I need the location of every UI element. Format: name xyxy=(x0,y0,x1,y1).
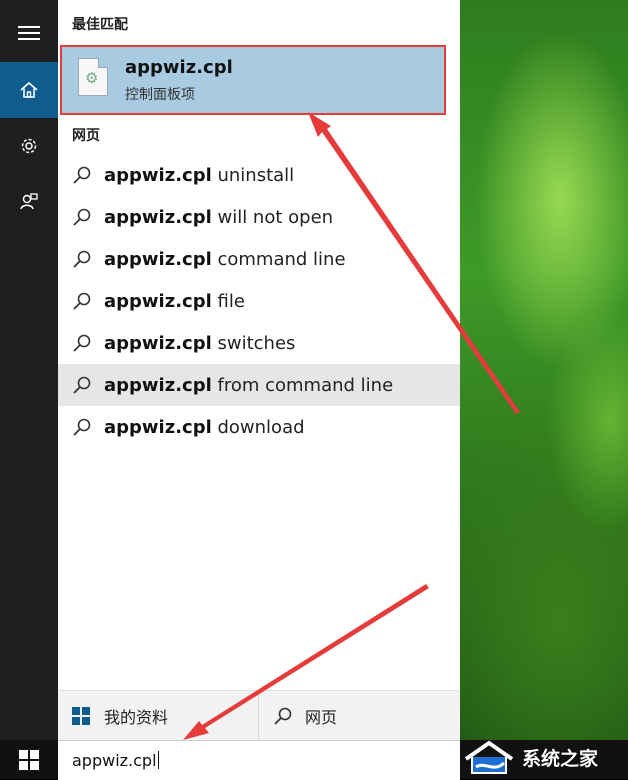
windows-logo-icon xyxy=(72,707,90,725)
suggestion-completion: file xyxy=(211,290,245,312)
hamburger-icon xyxy=(18,26,40,40)
search-icon xyxy=(73,208,91,226)
suggestion-completion: download xyxy=(211,416,305,438)
search-icon xyxy=(73,292,91,310)
web-suggestion-item[interactable]: appwiz.cpl will not open xyxy=(58,196,460,238)
feedback-button[interactable] xyxy=(0,174,58,230)
suggestion-query: appwiz.cpl xyxy=(104,248,212,270)
suggestion-query: appwiz.cpl xyxy=(104,206,212,228)
web-suggestion-text: appwiz.cpl file xyxy=(104,291,245,312)
web-suggestion-text: appwiz.cpl download xyxy=(104,417,305,438)
web-filter-label: 网页 xyxy=(305,708,338,727)
suggestion-completion: switches xyxy=(211,332,296,354)
web-suggestion-item[interactable]: appwiz.cpl file xyxy=(58,280,460,322)
start-left-rail xyxy=(0,0,58,740)
suggestion-query: appwiz.cpl xyxy=(104,332,212,354)
control-panel-file-icon: ⚙ xyxy=(78,58,108,96)
suggestion-query: appwiz.cpl xyxy=(104,416,212,438)
web-suggestion-text: appwiz.cpl command line xyxy=(104,249,346,270)
search-filter-bar: 我的资料 网页 xyxy=(58,690,460,741)
feedback-icon xyxy=(20,193,38,210)
search-icon xyxy=(73,418,91,436)
my-stuff-label: 我的资料 xyxy=(104,708,169,727)
web-suggestion-text: appwiz.cpl switches xyxy=(104,333,295,354)
web-suggestion-text: appwiz.cpl uninstall xyxy=(104,165,294,186)
web-section-heading: 网页 xyxy=(72,128,100,144)
web-suggestion-item[interactable]: appwiz.cpl download xyxy=(58,406,460,448)
web-suggestion-item[interactable]: appwiz.cpl command line xyxy=(58,238,460,280)
web-suggestion-item[interactable]: appwiz.cpl switches xyxy=(58,322,460,364)
suggestion-completion: command line xyxy=(211,248,346,270)
suggestion-query: appwiz.cpl xyxy=(104,164,212,186)
windows-start-icon xyxy=(19,749,39,770)
settings-button[interactable] xyxy=(0,118,58,174)
best-match-heading: 最佳匹配 xyxy=(72,17,128,33)
start-button[interactable] xyxy=(0,740,58,779)
watermark-text: 系统之家 xyxy=(522,747,599,770)
web-filter-button[interactable]: 网页 xyxy=(259,691,460,741)
suggestion-completion: uninstall xyxy=(211,164,295,186)
house-logo-icon xyxy=(464,740,514,774)
web-suggestion-text: appwiz.cpl will not open xyxy=(104,207,333,228)
hamburger-menu-button[interactable] xyxy=(0,5,58,61)
home-icon xyxy=(20,81,38,98)
my-stuff-button[interactable]: 我的资料 xyxy=(58,691,258,741)
suggestion-query: appwiz.cpl xyxy=(104,374,212,396)
search-box[interactable]: appwiz.cpl xyxy=(58,740,460,780)
search-icon xyxy=(73,250,91,268)
web-suggestion-item[interactable]: appwiz.cpl uninstall xyxy=(58,154,460,196)
search-input-value: appwiz.cpl xyxy=(72,751,157,770)
search-input[interactable]: appwiz.cpl xyxy=(72,751,159,770)
search-icon xyxy=(274,707,292,725)
search-icon xyxy=(73,376,91,394)
suggestion-completion: from command line xyxy=(211,374,394,396)
gear-icon xyxy=(21,138,37,154)
best-match-title: appwiz.cpl xyxy=(125,57,233,78)
web-suggestion-text: appwiz.cpl from command line xyxy=(104,375,393,396)
best-match-subtitle: 控制面板项 xyxy=(125,87,195,103)
home-button[interactable] xyxy=(0,62,58,118)
suggestion-completion: will not open xyxy=(211,206,334,228)
web-suggestion-item[interactable]: appwiz.cpl from command line xyxy=(58,364,460,406)
site-watermark: 系统之家 xyxy=(462,735,628,779)
text-caret xyxy=(157,751,159,769)
search-icon xyxy=(73,166,91,184)
suggestion-query: appwiz.cpl xyxy=(104,290,212,312)
best-match-result[interactable]: ⚙ appwiz.cpl 控制面板项 xyxy=(60,45,446,115)
search-icon xyxy=(73,334,91,352)
search-results-panel: 最佳匹配 ⚙ appwiz.cpl 控制面板项 网页 appwiz.cpl un… xyxy=(58,0,460,741)
